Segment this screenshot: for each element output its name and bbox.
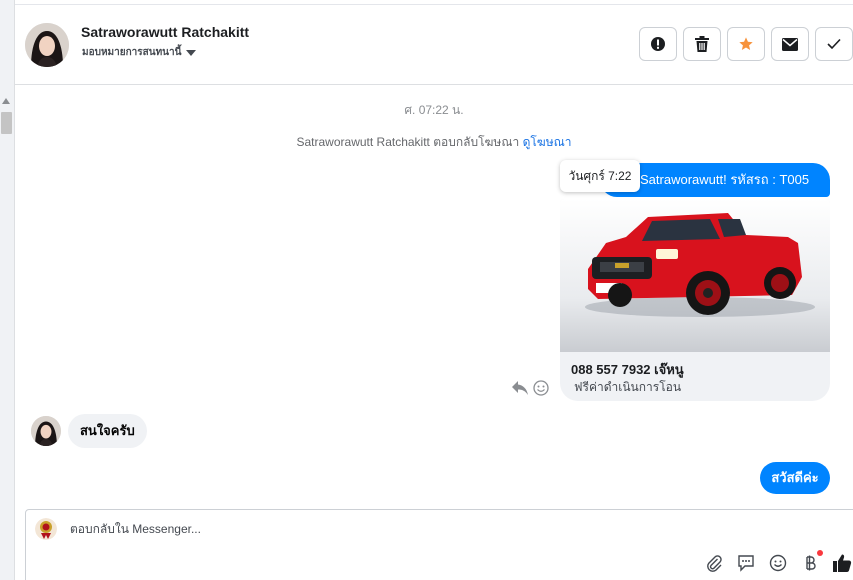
smiley-icon[interactable] (533, 380, 549, 396)
car-image (560, 199, 830, 352)
incoming-message-row: สนใจครับ (31, 414, 147, 448)
outgoing-message[interactable]: สวัสดีค่ะ (760, 462, 830, 494)
assign-conversation-dropdown[interactable]: มอบหมายการสนทนานี้ (82, 45, 197, 60)
scroll-up-arrow[interactable] (2, 98, 10, 104)
message-timestamp: ศ. 07:22 น. (404, 103, 464, 117)
avatar[interactable] (31, 416, 61, 446)
ad-card[interactable]: 088 557 7932 เจ๊หนู ฟรีค่าดำเนินการโอน (560, 199, 830, 401)
contact-name[interactable]: Satraworawutt Ratchakitt (81, 24, 249, 40)
saved-replies-button[interactable] (735, 552, 757, 574)
header-actions (639, 27, 853, 61)
timestamp-tooltip: วันศุกร์ 7:22 (560, 160, 640, 192)
star-icon (739, 37, 753, 50)
notification-dot (817, 550, 823, 556)
mark-unread-button[interactable] (771, 27, 809, 61)
mark-done-button[interactable] (815, 27, 853, 61)
star-button[interactable] (727, 27, 765, 61)
emoji-button[interactable] (767, 552, 789, 574)
conversation-header: Satraworawutt Ratchakitt มอบหมายการสนทนา… (15, 5, 853, 85)
messenger-inbox: Satraworawutt Ratchakitt มอบหมายการสนทนา… (0, 0, 853, 580)
payment-button[interactable] (799, 550, 823, 574)
incoming-message[interactable]: สนใจครับ (68, 414, 147, 448)
message-composer (25, 509, 853, 580)
scroll-thumb[interactable] (1, 112, 12, 134)
mark-spam-button[interactable] (639, 27, 677, 61)
left-scrollbar[interactable] (0, 0, 15, 580)
paperclip-icon (707, 555, 722, 572)
message-reactions (511, 380, 549, 396)
reply-icon[interactable] (511, 380, 529, 396)
attach-button[interactable] (703, 552, 725, 574)
envelope-icon (782, 37, 798, 51)
smiley-icon (769, 554, 787, 572)
ad-reply-text: Satraworawutt Ratchakitt ตอบกลับโฆษณา (296, 135, 520, 149)
card-subtitle: ฟรีค่าดำเนินการโอน (574, 380, 682, 394)
page-avatar (35, 518, 57, 540)
chat-bubble-icon (738, 555, 754, 572)
card-title: 088 557 7932 เจ๊หนู (571, 362, 684, 377)
reply-input[interactable] (70, 522, 670, 536)
exclamation-icon (651, 37, 665, 51)
ad-reply-notice: Satraworawutt Ratchakitt ตอบกลับโฆษณา ดู… (15, 133, 853, 152)
trash-icon (695, 36, 709, 52)
view-ad-link[interactable]: ดูโฆษณา (523, 135, 572, 149)
thumbs-up-icon (833, 554, 852, 572)
caret-down-icon (186, 49, 197, 56)
delete-button[interactable] (683, 27, 721, 61)
composer-tools (703, 550, 853, 574)
assign-label: มอบหมายการสนทนานี้ (82, 47, 182, 58)
avatar[interactable] (25, 23, 69, 67)
check-icon (827, 38, 841, 50)
like-button[interactable] (831, 552, 853, 574)
baht-icon (806, 555, 816, 571)
